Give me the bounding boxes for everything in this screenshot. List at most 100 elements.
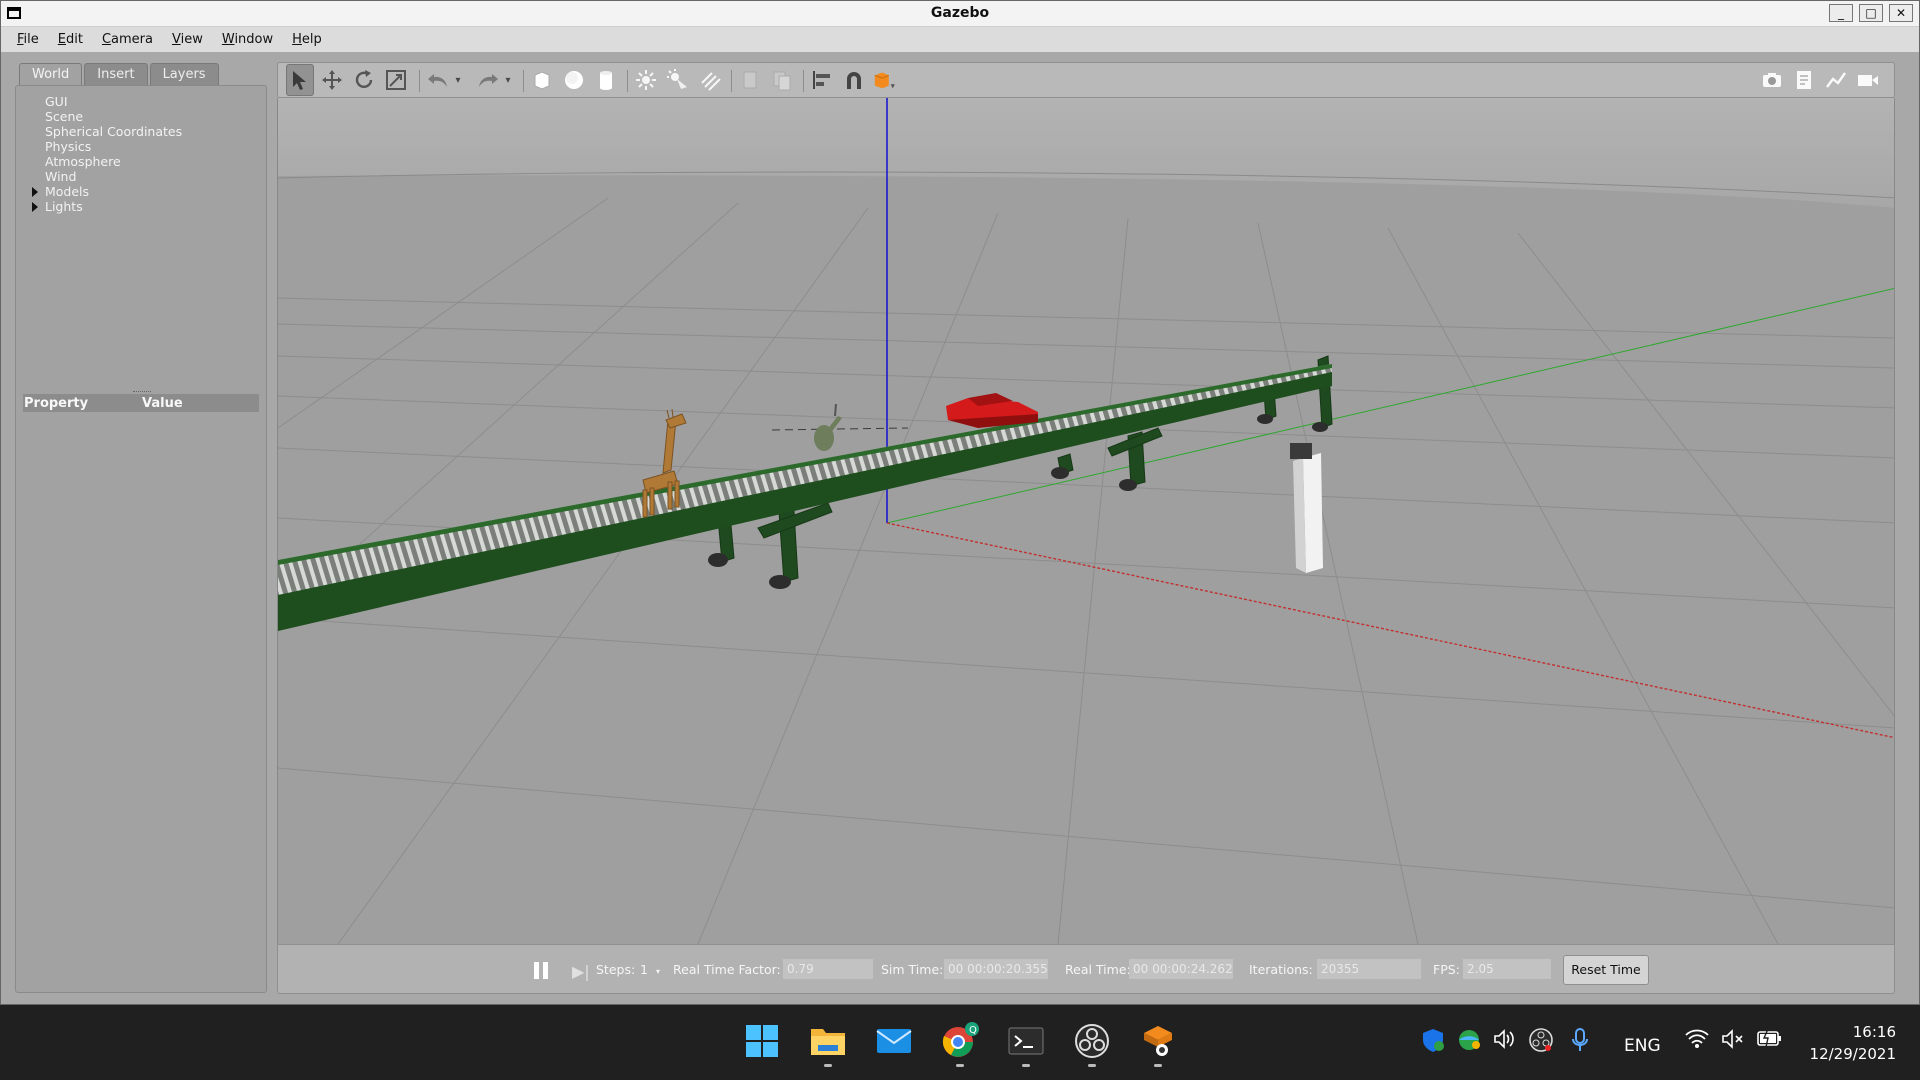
snap-magnet-icon[interactable]: [840, 63, 868, 97]
tab-layers[interactable]: Layers: [149, 63, 219, 85]
battery-icon[interactable]: [1756, 1027, 1784, 1054]
value-column-header: Value: [142, 395, 183, 411]
left-panel-tabs: World Insert Layers: [19, 63, 219, 85]
property-column-header: Property: [24, 395, 89, 411]
title-bar: Gazebo _ □ ✕: [1, 1, 1919, 27]
redo-dropdown-icon[interactable]: ▾: [500, 63, 516, 97]
clock-time: 16:16: [1852, 1023, 1896, 1041]
language-indicator[interactable]: ENG: [1624, 1036, 1661, 1056]
clock-date: 12/29/2021: [1809, 1045, 1896, 1063]
start-menu-icon[interactable]: [742, 1021, 782, 1061]
minimize-button[interactable]: _: [1829, 4, 1853, 22]
point-light-icon[interactable]: [632, 63, 660, 97]
running-indicator: [1154, 1064, 1162, 1067]
security-shield-icon[interactable]: [1420, 1027, 1446, 1058]
screenshot-icon[interactable]: [1758, 63, 1786, 97]
obs-tray-icon[interactable]: [1528, 1027, 1554, 1058]
system-clock[interactable]: 16:16 12/29/2021: [1810, 1021, 1896, 1065]
maximize-button[interactable]: □: [1859, 4, 1883, 22]
fps-value: 2.05: [1463, 959, 1551, 979]
log-icon[interactable]: [1790, 63, 1818, 97]
left-panel: [15, 85, 267, 993]
scale-icon[interactable]: [382, 63, 410, 97]
tree-item-physics[interactable]: Physics: [27, 139, 182, 154]
change-view-icon[interactable]: ▾: [872, 63, 900, 97]
menu-camera[interactable]: Camera: [102, 32, 153, 47]
record-video-icon[interactable]: [1854, 63, 1882, 97]
tab-world[interactable]: World: [19, 63, 83, 85]
align-icon[interactable]: [808, 63, 836, 97]
window-title: Gazebo: [930, 5, 990, 21]
plot-icon[interactable]: [1822, 63, 1850, 97]
sim-time-value: 00 00:00:20.355: [944, 959, 1048, 979]
steps-spinbox[interactable]: 1: [640, 962, 648, 977]
tree-item-gui[interactable]: GUI: [27, 94, 182, 109]
3d-viewport[interactable]: [277, 98, 1895, 944]
tree-item-models[interactable]: Models: [27, 184, 182, 199]
volume-muted-icon[interactable]: [1720, 1027, 1746, 1056]
menu-help[interactable]: Help: [292, 32, 322, 47]
running-indicator: [824, 1064, 832, 1067]
tree-item-atmosphere[interactable]: Atmosphere: [27, 154, 182, 169]
tree-item-wind[interactable]: Wind: [27, 169, 182, 184]
fps-label: FPS:: [1433, 962, 1460, 977]
file-explorer-icon[interactable]: [808, 1021, 848, 1067]
sphere-shape-icon[interactable]: [560, 63, 588, 97]
undo-dropdown-icon[interactable]: ▾: [450, 63, 466, 97]
chrome-badge: Q: [969, 1025, 977, 1036]
iterations-label: Iterations:: [1249, 962, 1313, 977]
menu-view[interactable]: View: [172, 32, 203, 47]
close-button[interactable]: ✕: [1889, 4, 1913, 22]
menu-bar: File Edit Camera View Window Help: [1, 27, 1919, 52]
main-toolbar: ▾ ▾ ▾: [277, 62, 1895, 98]
os-taskbar: Q ENG 16:16 12/29/2021: [0, 1005, 1920, 1080]
obs-icon[interactable]: [1072, 1021, 1112, 1067]
pause-icon[interactable]: [534, 962, 548, 979]
speaker-icon[interactable]: [1492, 1027, 1516, 1056]
sim-time-label: Sim Time:: [881, 962, 944, 977]
menu-edit[interactable]: Edit: [58, 32, 83, 47]
tree-item-lights[interactable]: Lights: [27, 199, 182, 214]
copy-icon[interactable]: [736, 63, 764, 97]
reset-time-button[interactable]: Reset Time: [1563, 955, 1649, 985]
translate-icon[interactable]: [318, 63, 346, 97]
directional-light-icon[interactable]: [696, 63, 724, 97]
microphone-icon[interactable]: [1570, 1027, 1590, 1058]
step-forward-icon[interactable]: ▶|: [572, 962, 590, 981]
iterations-value: 20355: [1317, 959, 1421, 979]
menu-file[interactable]: File: [17, 32, 39, 47]
tab-insert[interactable]: Insert: [84, 63, 148, 85]
steps-dropdown-icon[interactable]: ▾: [656, 967, 660, 976]
paste-icon[interactable]: [768, 63, 796, 97]
world-tree: GUI Scene Spherical Coordinates Physics …: [27, 94, 182, 214]
tree-item-scene[interactable]: Scene: [27, 109, 182, 124]
expand-arrow-icon[interactable]: [32, 187, 38, 197]
cylinder-shape-icon[interactable]: [592, 63, 620, 97]
wifi-icon[interactable]: [1684, 1027, 1710, 1054]
mail-icon[interactable]: [874, 1021, 914, 1061]
property-table-header: Property Value: [23, 394, 259, 412]
select-arrow-icon[interactable]: [286, 64, 314, 96]
scene-render[interactable]: [278, 98, 1895, 944]
running-indicator: [1088, 1064, 1096, 1067]
simulation-status-bar: ▶| Steps: 1 ▾ Real Time Factor: 0.79 Sim…: [277, 944, 1895, 994]
gazebo-window: Gazebo _ □ ✕ File Edit Camera View Windo…: [0, 0, 1920, 1005]
chrome-icon[interactable]: Q: [940, 1021, 980, 1067]
expand-arrow-icon[interactable]: [32, 202, 38, 212]
real-time-label: Real Time:: [1065, 962, 1131, 977]
menu-window[interactable]: Window: [222, 32, 273, 47]
spot-light-icon[interactable]: [664, 63, 692, 97]
terminal-icon[interactable]: [1006, 1021, 1046, 1067]
steps-label: Steps:: [596, 962, 636, 977]
real-time-factor-value: 0.79: [783, 959, 873, 979]
redo-icon[interactable]: [474, 63, 502, 97]
panel-splitter-handle[interactable]: [133, 391, 151, 393]
network-globe-icon[interactable]: [1456, 1027, 1482, 1058]
ubuntu-app-icon[interactable]: [1138, 1021, 1178, 1067]
box-shape-icon[interactable]: [528, 63, 556, 97]
undo-icon[interactable]: [424, 63, 452, 97]
tree-item-spherical-coordinates[interactable]: Spherical Coordinates: [27, 124, 182, 139]
rotate-icon[interactable]: [350, 63, 378, 97]
svg-text:▾: ▾: [891, 80, 896, 90]
real-time-factor-label: Real Time Factor:: [673, 962, 781, 977]
